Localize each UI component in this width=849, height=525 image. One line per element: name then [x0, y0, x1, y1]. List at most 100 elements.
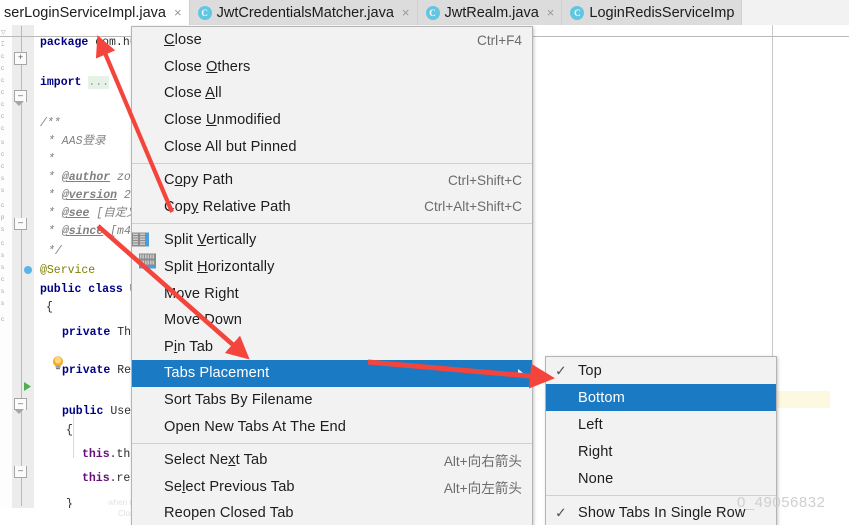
menu-item-select-previous-tab[interactable]: Select Previous Tab Alt+向左箭头 [132, 474, 532, 501]
code-token: * [48, 207, 62, 220]
code-token: @see [61, 207, 90, 220]
class-icon: C [197, 5, 212, 20]
menu-separator [132, 223, 532, 225]
menu-item-tabs-placement[interactable]: Tabs Placement [132, 360, 532, 387]
code-token: { [46, 301, 53, 314]
submenu-item-label: Left [578, 416, 603, 433]
code-line: public class U [40, 284, 137, 296]
code-token: import [40, 76, 89, 89]
split-vertically-icon [132, 232, 156, 248]
menu-item-label: Open New Tabs At The End [164, 418, 346, 435]
fold-marker-method-end[interactable]: – [14, 466, 27, 478]
editor-tab-1[interactable]: C JwtCredentialsMatcher.java × [189, 0, 418, 25]
code-line: package com.hua [40, 37, 144, 49]
menu-item-copy-path[interactable]: Copy Path Ctrl+Shift+C [132, 167, 532, 194]
fold-marker-javadoc-end[interactable]: – [14, 218, 27, 230]
editor-tab-2[interactable]: C JwtRealm.java × [417, 0, 563, 25]
menu-item-close-unmodified[interactable]: Close Unmodified [132, 107, 532, 134]
menu-item-label: Close [164, 32, 202, 49]
menu-item-shortcut: Ctrl+F4 [477, 32, 522, 48]
editor-tab-context-menu[interactable]: Close Ctrl+F4 Close Others Close All Close U… [131, 26, 533, 525]
menu-item-copy-relative-path[interactable]: Copy Relative Path Ctrl+Alt+Shift+C [132, 194, 532, 221]
menu-item-label: Move Down [164, 312, 242, 329]
menu-item-close-all[interactable]: Close All [132, 80, 532, 107]
menu-item-close-others[interactable]: Close Others [132, 54, 532, 81]
menu-item-open-new-tabs-at-the-end[interactable]: Open New Tabs At The End [132, 413, 532, 440]
watermark-text: 0_49056832 [737, 494, 826, 511]
menu-item-split-vertically[interactable]: Split Vertically [132, 227, 532, 254]
code-line: this.re [82, 473, 130, 485]
menu-item-move-down[interactable]: Move Down [132, 307, 532, 334]
menu-item-label: Close Unmodified [164, 112, 281, 129]
menu-item-sort-tabs-by-filename[interactable]: Sort Tabs By Filename [132, 387, 532, 414]
menu-item-reopen-closed-tab[interactable]: Reopen Closed Tab [132, 500, 532, 525]
editor-tab-0[interactable]: serLoginServiceImpl.java × [0, 0, 190, 25]
menu-item-pin-tab[interactable]: Pin Tab [132, 334, 532, 361]
menu-item-select-next-tab[interactable]: Select Next Tab Alt+向右箭头 [132, 447, 532, 474]
screenshot-root: serLoginServiceImpl.java × C JwtCredentials… [0, 0, 849, 525]
menu-separator [132, 442, 532, 444]
editor-tab-label: JwtRealm.java [444, 4, 539, 21]
menu-item-label: Split Vertically [164, 232, 257, 249]
code-line: import ... [40, 76, 110, 89]
menu-item-shortcut: Ctrl+Shift+C [447, 172, 522, 188]
code-line: */ [48, 246, 62, 258]
code-line: { [46, 302, 53, 314]
intention-bulb-icon[interactable] [50, 355, 66, 371]
code-token: private [62, 326, 118, 339]
close-icon[interactable]: × [174, 5, 182, 20]
editor-tab-label: JwtCredentialsMatcher.java [216, 4, 394, 21]
menu-item-split-horizontally[interactable]: Split Horizontally [132, 253, 532, 281]
menu-item-label: Sort Tabs By Filename [164, 392, 313, 409]
code-token: @author [61, 171, 111, 184]
close-icon[interactable]: × [402, 5, 410, 20]
menu-item-close[interactable]: Close Ctrl+F4 [132, 27, 532, 54]
code-token: /** [40, 117, 61, 130]
menu-separator [132, 162, 532, 164]
code-line: * @see [自定义 [48, 208, 138, 220]
fold-arrow-method [14, 409, 24, 414]
submenu-item-right[interactable]: Right [546, 438, 776, 465]
submenu-item-label: Right [578, 443, 613, 460]
submenu-item-top[interactable]: ✓ Top [546, 357, 776, 384]
code-token: this [82, 472, 110, 485]
code-token: .th [109, 448, 131, 461]
menu-item-label: Tabs Placement [164, 365, 270, 382]
editor-tab-3[interactable]: C LoginRedisServiceImp [562, 0, 743, 25]
code-token: */ [48, 245, 62, 258]
run-gutter-icon[interactable] [24, 378, 31, 391]
code-token: * [48, 189, 62, 202]
menu-item-close-all-but-pinned[interactable]: Close All but Pinned [132, 133, 532, 160]
code-token: @Service [40, 264, 96, 277]
menu-item-label: Copy Path [164, 172, 234, 189]
menu-item-label: Select Previous Tab [164, 478, 295, 495]
code-token: ... [88, 76, 110, 89]
code-line: * @version 20 [48, 190, 138, 202]
fold-marker-expand[interactable]: + [14, 52, 27, 65]
class-icon: C [425, 5, 440, 20]
code-token: this [82, 448, 110, 461]
menu-item-move-right[interactable]: Move Right [132, 280, 532, 307]
code-token: private [62, 364, 118, 377]
menu-item-label: Split Horizontally [164, 259, 275, 276]
override-gutter-icon[interactable] [24, 266, 32, 274]
code-line: @Service [40, 265, 95, 277]
code-token: Th [117, 326, 132, 339]
fold-arrow-javadoc [14, 101, 24, 106]
editor-tab-label: LoginRedisServiceImp [589, 4, 735, 21]
submenu-item-none[interactable]: None [546, 465, 776, 492]
editor-tab-label: serLoginServiceImpl.java [4, 4, 166, 21]
submenu-item-left[interactable]: Left [546, 411, 776, 438]
code-line: this.th [82, 449, 130, 461]
code-line: { [66, 425, 73, 437]
checkmark-icon: ✓ [555, 504, 567, 520]
code-line: * @author zou [48, 172, 138, 184]
code-line: /** [40, 118, 61, 130]
editor-tab-bar[interactable]: serLoginServiceImpl.java × C JwtCredentials… [0, 0, 849, 26]
checkmark-icon: ✓ [555, 362, 567, 378]
close-icon[interactable]: × [547, 5, 555, 20]
code-line: * [48, 154, 55, 166]
submenu-item-bottom[interactable]: Bottom [546, 384, 776, 411]
class-icon: C [570, 5, 585, 20]
menu-item-label: Copy Relative Path [164, 198, 291, 215]
